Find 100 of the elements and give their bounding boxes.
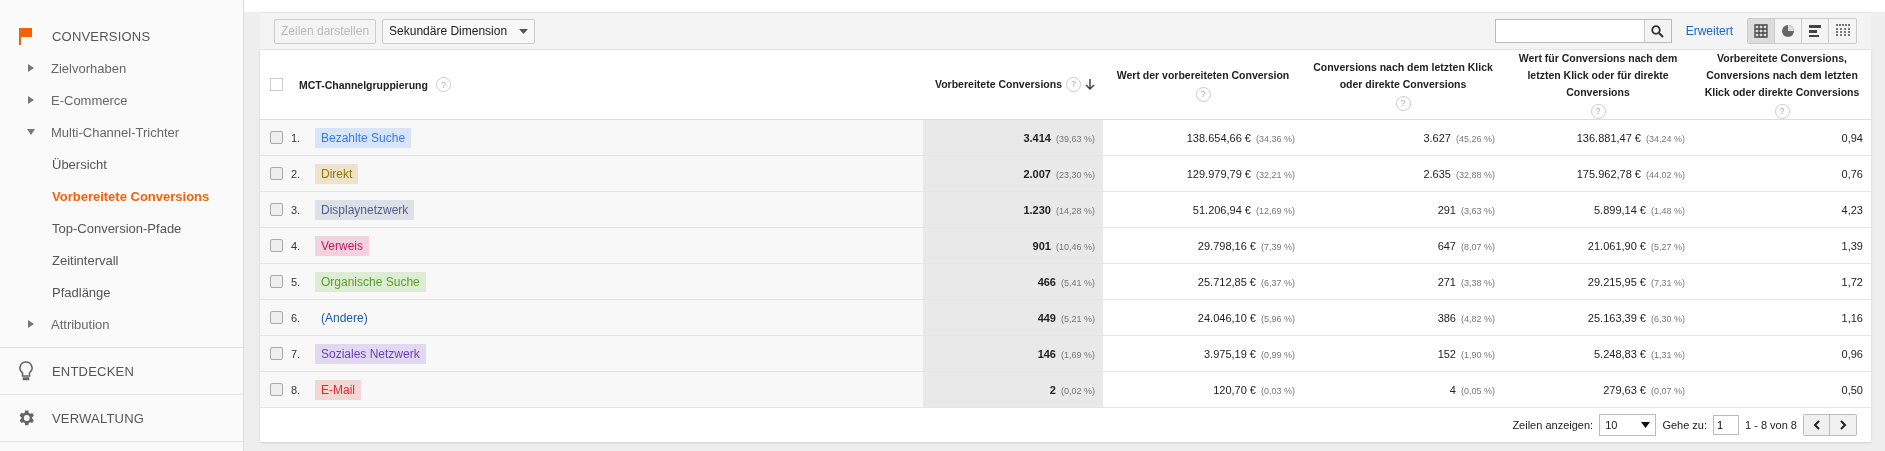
row-number: 2. (291, 167, 302, 180)
row-checkbox[interactable] (270, 131, 283, 144)
sidebar-item[interactable]: Multi-Channel-Trichter (51, 124, 180, 140)
expand-triangle-icon[interactable] (27, 320, 35, 328)
row-number: 7. (291, 347, 302, 360)
table-cell: 25.163,39 € (1587, 311, 1646, 324)
table-cell: 2.007 (1023, 167, 1051, 180)
table-cell: 5.248,83 € (1594, 347, 1646, 360)
row-checkbox[interactable] (270, 167, 283, 180)
lightbulb-icon (19, 361, 33, 381)
row-checkbox[interactable] (270, 239, 283, 252)
next-page-button[interactable] (1830, 415, 1856, 435)
row-number: 5. (291, 275, 302, 288)
sidebar-item[interactable]: Attribution (51, 316, 110, 332)
row-checkbox[interactable] (270, 203, 283, 216)
goto-field[interactable]: 1 (1713, 415, 1739, 435)
percentage: (23,30 %) (1055, 169, 1095, 180)
percentage: (8,07 %) (1461, 241, 1495, 252)
channel-tag[interactable]: E-Mail (315, 379, 361, 400)
percentage: (3,63 %) (1461, 205, 1495, 216)
sidebar-subitem[interactable]: Vorbereitete Conversions (52, 188, 210, 204)
expand-triangle-icon[interactable] (27, 64, 35, 72)
sidebar-item[interactable]: Zielvorhaben (51, 60, 127, 76)
row-number: 3. (291, 203, 302, 216)
column-header[interactable]: Vorbereitete Conversions, Conversions nach dem letzten Klick oder direkte Conversions (1701, 50, 1863, 101)
view-switcher[interactable] (1747, 18, 1857, 44)
row-checkbox[interactable] (270, 311, 283, 324)
row-checkbox[interactable] (270, 275, 283, 288)
percentage: (3,38 %) (1461, 277, 1495, 288)
sidebar-subitem[interactable]: Pfadlänge (52, 284, 111, 300)
chevron-left-icon (1813, 420, 1820, 430)
sidebar-section[interactable]: CONVERSIONS (52, 28, 151, 44)
table-cell: 136.881,47 € (1576, 131, 1641, 144)
table-view-button[interactable] (1748, 19, 1775, 43)
percentage: (39,63 %) (1055, 133, 1095, 144)
table-cell: 1,72 (1841, 275, 1863, 288)
channel-tag[interactable]: Displaynetzwerk (315, 199, 415, 220)
percentage: (32,21 %) (1255, 169, 1295, 180)
sidebar-section[interactable]: ENTDECKEN (52, 363, 134, 379)
table-cell: 129.979,79 € (1186, 167, 1251, 180)
sidebar-section[interactable]: VERWALTUNG (52, 410, 145, 426)
secondary-dimension-dropdown[interactable]: Sekundäre Dimension (382, 18, 536, 44)
table-cell: 29.215,95 € (1587, 275, 1646, 288)
table-cell: 3.414 (1023, 131, 1051, 144)
caret-icon (1641, 422, 1651, 428)
channel-link[interactable]: (Andere) (315, 307, 374, 328)
table-cell: 24.046,10 € (1197, 311, 1256, 324)
row-number: 8. (291, 383, 302, 396)
row-checkbox[interactable] (270, 347, 283, 360)
channel-tag[interactable]: Bezahlte Suche (315, 127, 412, 148)
row-checkbox[interactable] (270, 383, 283, 396)
sidebar-subitem[interactable]: Zeitintervall (52, 252, 119, 268)
channel-tag[interactable]: Soziales Netzwerk (315, 343, 426, 364)
expand-triangle-icon[interactable] (27, 96, 35, 104)
collapse-triangle-icon[interactable] (27, 128, 35, 136)
percentage: (5,27 %) (1651, 241, 1685, 252)
flag-icon (18, 27, 34, 45)
table-cell: 0,50 (1841, 383, 1863, 396)
previous-page-button[interactable] (1804, 415, 1830, 435)
sidebar-subitem[interactable]: Übersicht (52, 156, 107, 172)
channel-tag[interactable]: Direkt (315, 163, 359, 184)
goto-label: Gehe zu: (1662, 419, 1707, 431)
percentage: (4,82 %) (1461, 313, 1495, 324)
percentage: (14,28 %) (1055, 205, 1095, 216)
sidebar-subitem[interactable]: Top-Conversion-Pfade (52, 220, 182, 236)
column-header[interactable]: MCT-Channelgruppierung (299, 78, 428, 91)
percentage: (7,31 %) (1651, 277, 1685, 288)
table-cell: 0,96 (1841, 347, 1863, 360)
table-cell: 1,39 (1841, 239, 1863, 252)
column-header[interactable]: Wert für Conversions nach dem letzten Klick oder für direkte Conversions (1511, 50, 1685, 101)
select-all-checkbox[interactable] (270, 78, 283, 91)
sort-descending-icon[interactable] (1085, 78, 1095, 91)
percentage: (5,96 %) (1261, 313, 1295, 324)
percentage: (0,02 %) (1061, 385, 1095, 396)
rows-select[interactable]: 10 (1599, 414, 1657, 436)
table-cell: 647 (1437, 239, 1456, 252)
table-cell: 901 (1032, 239, 1051, 252)
percentage: (44,02 %) (1645, 169, 1685, 180)
table-cell: 0,76 (1841, 167, 1863, 180)
bar-chart-icon (1808, 24, 1822, 38)
table-cell: 3.627 (1423, 131, 1451, 144)
table-cell: 279,63 € (1603, 383, 1646, 396)
advanced-link[interactable]: Erweitert (1685, 24, 1733, 38)
sidebar-item[interactable]: E-Commerce (51, 92, 128, 108)
percentage: (10,46 %) (1055, 241, 1095, 252)
column-header[interactable]: Conversions nach dem letzten Klick oder direkte Conversions (1311, 58, 1495, 93)
table-cell: 138.654,66 € (1186, 131, 1251, 144)
table-cell: 1.230 (1023, 203, 1051, 216)
pivot-icon (1834, 24, 1851, 38)
percentage: (12,69 %) (1255, 205, 1295, 216)
column-header[interactable]: Wert der vorbereiteten Conversion (1116, 67, 1290, 84)
table-cell: 2.635 (1423, 167, 1451, 180)
search-field[interactable] (1494, 19, 1672, 43)
rows-label: Zeilen anzeigen: (1512, 419, 1594, 431)
table-cell: 2 (1049, 383, 1056, 396)
percentage: (32,88 %) (1455, 169, 1495, 180)
row-number: 1. (291, 131, 302, 144)
channel-tag[interactable]: Verweis (315, 235, 370, 256)
table-cell: 29.798,16 € (1197, 239, 1256, 252)
column-header[interactable]: Vorbereitete Conversions (935, 76, 1062, 93)
